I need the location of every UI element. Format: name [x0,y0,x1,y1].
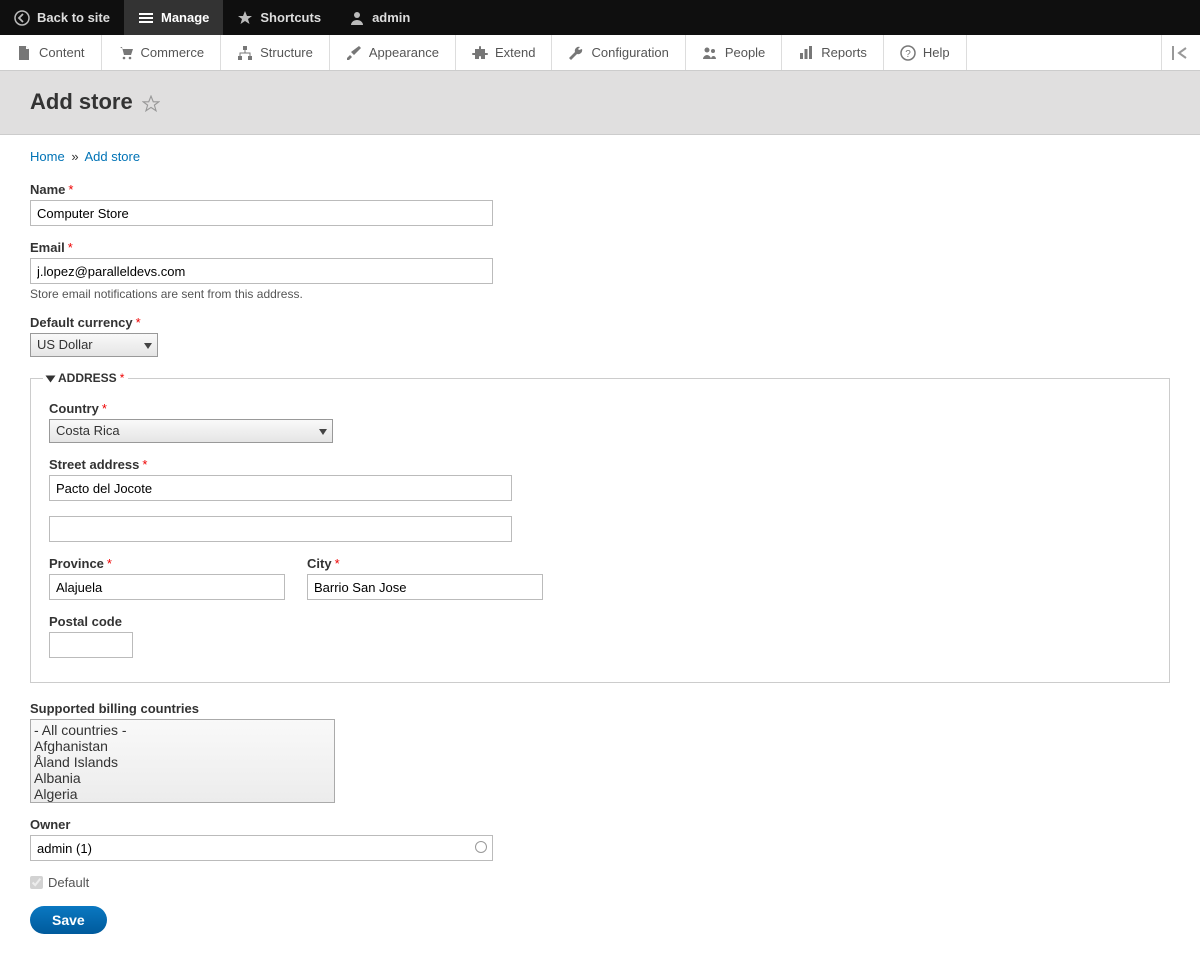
save-button[interactable]: Save [30,906,107,934]
page-icon [16,45,32,61]
tab-structure[interactable]: Structure [221,35,330,70]
collapse-toolbar-icon[interactable] [1161,35,1200,70]
street-input-1[interactable] [49,475,512,501]
owner-label: Owner [30,817,1170,832]
currency-label: Default currency* [30,315,1170,330]
address-fieldset: ADDRESS* Country* Costa Rica Street addr… [30,371,1170,683]
tab-reports[interactable]: Reports [782,35,884,70]
star-outline-icon[interactable] [142,95,160,116]
city-input[interactable] [307,574,543,600]
tab-people[interactable]: People [686,35,782,70]
postal-label: Postal code [49,614,1151,629]
tab-commerce[interactable]: Commerce [102,35,222,70]
street-label: Street address* [49,457,1151,472]
tab-extend[interactable]: Extend [456,35,552,70]
tab-appearance[interactable]: Appearance [330,35,456,70]
user-icon [349,10,365,26]
email-label: Email* [30,240,1170,255]
list-item[interactable]: Albania [34,770,331,786]
list-item[interactable]: - All countries - [34,722,331,738]
province-label: Province* [49,556,285,571]
street-input-2[interactable] [49,516,512,542]
bar-chart-icon [798,45,814,61]
page-title: Add store [30,89,133,115]
postal-input[interactable] [49,632,133,658]
email-input[interactable] [30,258,493,284]
cart-icon [118,45,134,61]
list-item[interactable]: Afghanistan [34,738,331,754]
city-label: City* [307,556,543,571]
puzzle-icon [472,45,488,61]
default-checkbox[interactable] [30,876,43,889]
arrow-left-circle-icon [14,10,30,26]
svg-text:?: ? [905,49,911,60]
province-input[interactable] [49,574,285,600]
hierarchy-icon [237,45,253,61]
page-content: Home » Add store Name* Email* Store emai… [0,135,1200,974]
admin-menu: Content Commerce Structure Appearance Ex… [0,35,1200,71]
billing-countries-select[interactable]: - All countries -AfghanistanÅland Island… [30,719,335,803]
help-icon: ? [900,45,916,61]
user-link[interactable]: admin [335,0,424,35]
paintbrush-icon [346,45,362,61]
breadcrumb-current[interactable]: Add store [84,149,140,164]
hamburger-icon [138,10,154,26]
owner-input[interactable] [30,835,493,861]
currency-select[interactable]: US Dollar [30,333,158,357]
back-to-site-link[interactable]: Back to site [0,0,124,35]
tab-help[interactable]: ?Help [884,35,967,70]
user-label: admin [372,10,410,25]
tab-content[interactable]: Content [0,35,102,70]
chevron-down-icon [319,429,327,435]
back-to-site-label: Back to site [37,10,110,25]
list-item[interactable]: Algeria [34,786,331,802]
shortcuts-label: Shortcuts [260,10,321,25]
name-label: Name* [30,182,1170,197]
chevron-down-icon [144,343,152,349]
shortcuts-link[interactable]: Shortcuts [223,0,335,35]
breadcrumb-home[interactable]: Home [30,149,65,164]
triangle-down-icon [46,375,56,382]
people-icon [702,45,718,61]
manage-label: Manage [161,10,209,25]
name-input[interactable] [30,200,493,226]
wrench-icon [568,45,584,61]
email-help-text: Store email notifications are sent from … [30,287,1170,301]
breadcrumb: Home » Add store [30,149,1170,164]
top-toolbar: Back to site Manage Shortcuts admin [0,0,1200,35]
country-label: Country* [49,401,1151,416]
list-item[interactable]: Åland Islands [34,754,331,770]
manage-link[interactable]: Manage [124,0,223,35]
throbber-icon [475,841,487,853]
address-legend: ADDRESS* [43,371,128,385]
page-header: Add store [0,71,1200,135]
default-label: Default [48,875,89,890]
tab-configuration[interactable]: Configuration [552,35,685,70]
country-select[interactable]: Costa Rica [49,419,333,443]
billing-label: Supported billing countries [30,701,1170,716]
star-icon [237,10,253,26]
